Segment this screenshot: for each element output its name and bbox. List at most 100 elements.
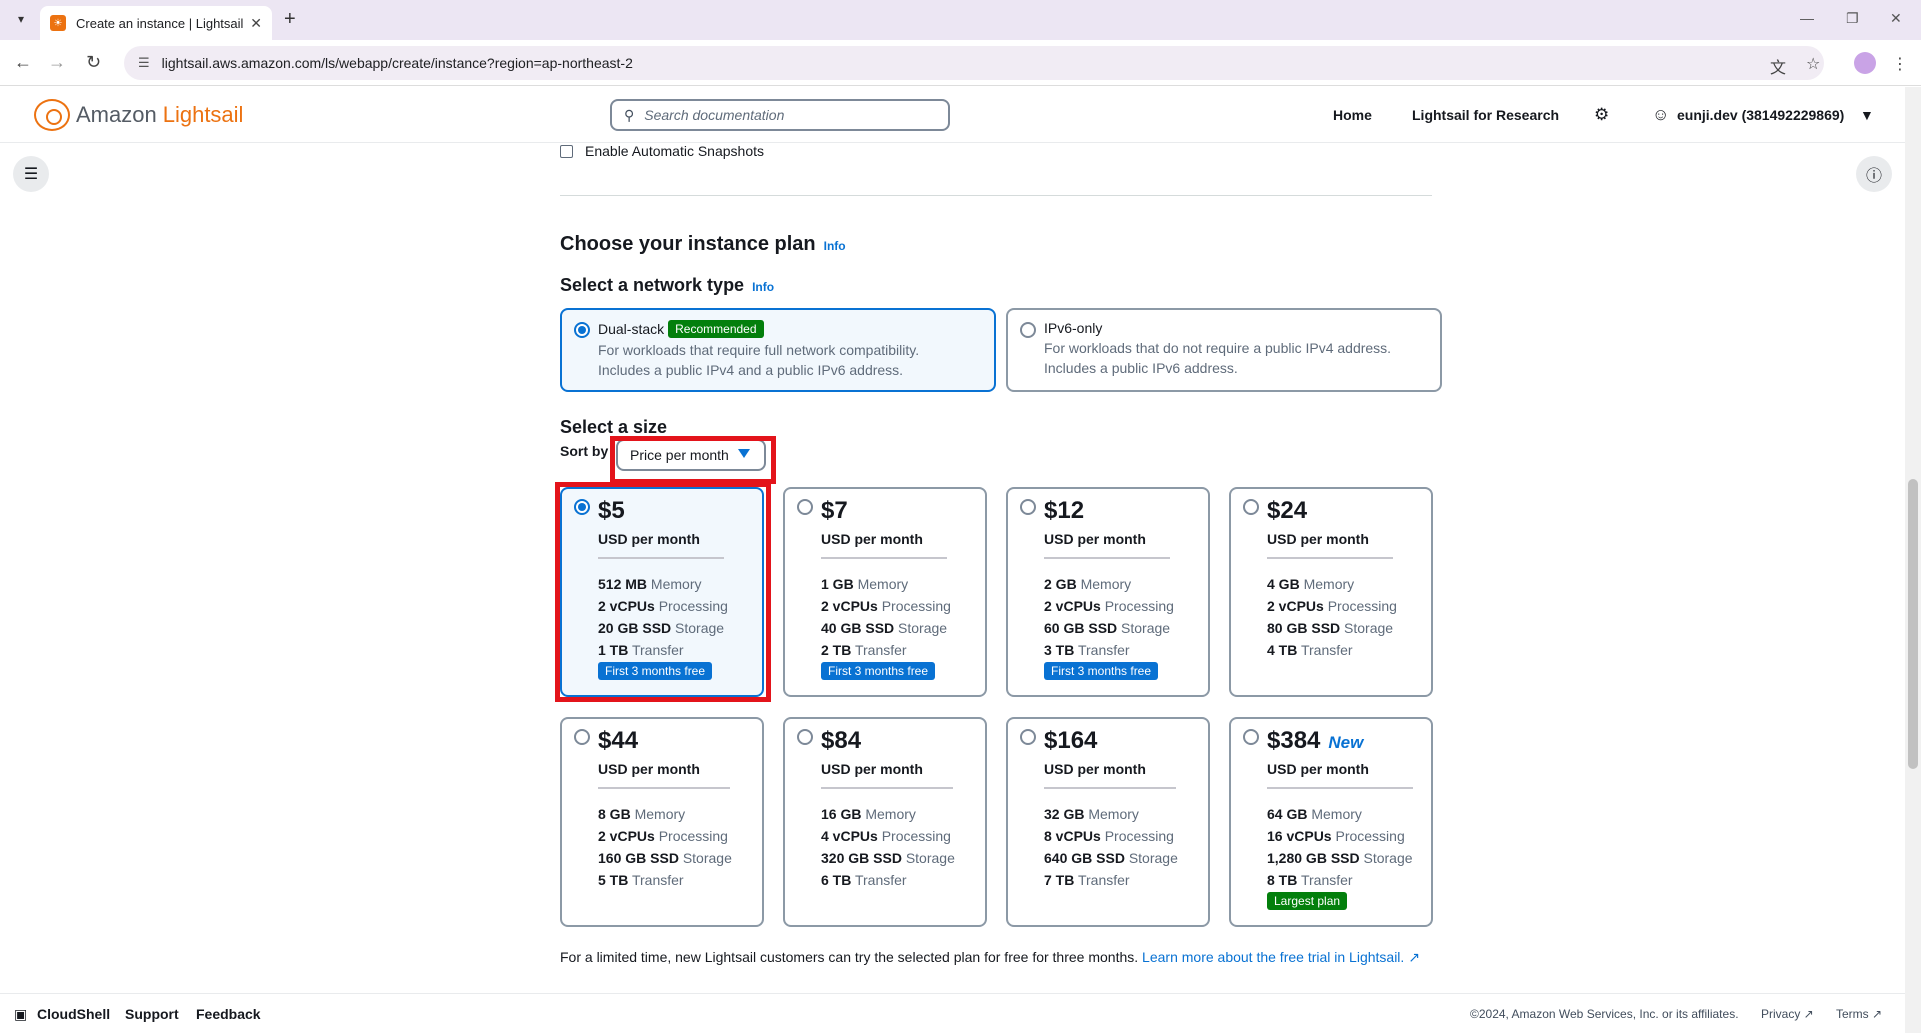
ipv6-desc-1: For workloads that do not require a publ… <box>1044 340 1392 356</box>
lightsail-logo[interactable]: Amazon Lightsail <box>34 99 243 131</box>
ipv6-only-radio[interactable] <box>1020 322 1036 338</box>
tab-search-chevron-down-icon[interactable]: ▾ <box>10 8 32 30</box>
privacy-link[interactable]: Privacy ↗ <box>1761 1007 1814 1021</box>
plan-memory: 16 GB Memory <box>821 803 985 825</box>
price-value: $84 <box>821 727 862 754</box>
feedback-link[interactable]: Feedback <box>196 1006 261 1022</box>
terms-link[interactable]: Terms ↗ <box>1836 1007 1882 1021</box>
cpu-label: Processing <box>658 828 728 844</box>
plan-radio[interactable] <box>797 729 813 745</box>
sort-row: Sort by Price per month <box>560 439 766 471</box>
plan-separator <box>1044 787 1176 789</box>
plan-card-24[interactable]: $24 USD per month 4 GB Memory 2 vCPUs Pr… <box>1229 487 1433 697</box>
external-link-icon: ↗ <box>1408 949 1420 965</box>
browser-tab[interactable]: ☀ Create an instance | Lightsail ✕ <box>40 6 272 40</box>
window-close-icon[interactable]: ✕ <box>1890 10 1902 27</box>
restore-icon[interactable]: ❐ <box>1846 10 1859 27</box>
free-trial-badge: First 3 months free <box>1044 662 1159 680</box>
plan-radio[interactable] <box>797 499 813 515</box>
transfer-label: Transfer <box>1077 872 1130 888</box>
sort-by-label: Sort by <box>560 443 609 459</box>
search-icon: ⚲ <box>624 106 635 123</box>
plan-separator <box>821 557 947 559</box>
minimize-icon[interactable]: — <box>1800 10 1814 26</box>
plan-radio[interactable] <box>1243 729 1259 745</box>
storage-label: Storage <box>898 620 948 636</box>
plan-radio[interactable] <box>574 729 590 745</box>
address-bar: ← → ↻ ☰ lightsail.aws.amazon.com/ls/weba… <box>0 40 1921 86</box>
memory-value: 4 GB <box>1267 576 1300 592</box>
price-value: $384 <box>1267 727 1321 754</box>
account-chevron-down-icon[interactable]: ▼ <box>1860 107 1874 123</box>
plan-radio[interactable] <box>1243 499 1259 515</box>
memory-value: 1 GB <box>821 576 854 592</box>
url-field[interactable]: ☰ lightsail.aws.amazon.com/ls/webapp/cre… <box>124 46 1824 80</box>
privacy-text: Privacy <box>1761 1007 1801 1021</box>
network-type-title: Select a network type Info <box>560 275 774 296</box>
plan-card-84[interactable]: $84 USD per month 16 GB Memory 4 vCPUs P… <box>783 717 987 927</box>
dual-stack-label: Dual-stack <box>598 321 665 337</box>
more-icon[interactable]: ⋮ <box>1892 54 1908 74</box>
new-tab-plus-icon[interactable]: + <box>284 8 296 31</box>
plan-transfer: 5 TB Transfer <box>598 869 762 891</box>
plan-memory: 64 GB Memory <box>1267 803 1431 825</box>
memory-value: 2 GB <box>1044 576 1077 592</box>
home-link[interactable]: Home <box>1333 107 1372 123</box>
network-option-dual-stack[interactable]: Dual-stack Recommended For workloads tha… <box>560 308 996 392</box>
plan-card-164[interactable]: $164 USD per month 32 GB Memory 8 vCPUs … <box>1006 717 1210 927</box>
page-scrollbar[interactable] <box>1905 87 1921 1033</box>
gear-icon[interactable]: ⚙ <box>1594 105 1609 125</box>
plan-transfer: 7 TB Transfer <box>1044 869 1208 891</box>
memory-label: Memory <box>1088 806 1139 822</box>
plan-card-12[interactable]: $12 USD per month 2 GB Memory 2 vCPUs Pr… <box>1006 487 1210 697</box>
forward-icon[interactable]: → <box>48 52 66 73</box>
account-menu[interactable]: eunji.dev (381492229869) <box>1677 107 1844 123</box>
support-link[interactable]: Support <box>125 1006 179 1022</box>
transfer-label: Transfer <box>854 642 907 658</box>
plan-5-highlight <box>555 482 771 702</box>
scrollbar-thumb[interactable] <box>1908 479 1918 769</box>
plan-card-384[interactable]: $384 New USD per month 64 GB Memory 16 vC… <box>1229 717 1433 927</box>
network-option-ipv6-only[interactable]: IPv6-only For workloads that do not requ… <box>1006 308 1442 392</box>
plan-unit: USD per month <box>1044 531 1146 547</box>
back-icon[interactable]: ← <box>14 52 32 73</box>
cpu-label: Processing <box>1327 598 1397 614</box>
network-info-link[interactable]: Info <box>752 280 774 294</box>
dual-stack-radio[interactable] <box>574 322 590 338</box>
transfer-label: Transfer <box>1300 642 1353 658</box>
automatic-snapshots-checkbox[interactable] <box>560 144 573 158</box>
research-link[interactable]: Lightsail for Research <box>1412 107 1559 123</box>
free-trial-learn-more-link[interactable]: Learn more about the free trial in Light… <box>1142 949 1420 965</box>
reload-icon[interactable]: ↻ <box>86 52 101 73</box>
plan-unit: USD per month <box>821 531 923 547</box>
plan-info-link[interactable]: Info <box>824 239 846 253</box>
plan-price: $44 <box>598 727 762 755</box>
dual-stack-desc-2: Includes a public IPv4 and a public IPv6… <box>598 362 904 378</box>
browser-profile-avatar[interactable] <box>1854 52 1876 74</box>
cpu-value: 2 vCPUs <box>1044 598 1101 614</box>
hamburger-icon[interactable]: ☰ <box>13 156 49 192</box>
storage-value: 60 GB SSD <box>1044 620 1118 636</box>
cloudshell-button[interactable]: CloudShell <box>37 1006 110 1022</box>
plan-unit: USD per month <box>1267 531 1369 547</box>
automatic-snapshots-row[interactable]: Enable Automatic Snapshots <box>560 143 764 159</box>
storage-label: Storage <box>1344 620 1394 636</box>
storage-label: Storage <box>1363 850 1413 866</box>
plan-storage: 640 GB SSD Storage <box>1044 847 1208 869</box>
plan-card-7[interactable]: $7 USD per month 1 GB Memory 2 vCPUs Pro… <box>783 487 987 697</box>
plan-card-44[interactable]: $44 USD per month 8 GB Memory 2 vCPUs Pr… <box>560 717 764 927</box>
plan-separator <box>598 787 730 789</box>
info-icon[interactable]: ⓘ <box>1856 156 1892 192</box>
browser-tab-bar: ▾ ☀ Create an instance | Lightsail ✕ + —… <box>0 0 1921 40</box>
plan-radio[interactable] <box>1020 729 1036 745</box>
site-settings-icon[interactable]: ☰ <box>138 55 150 71</box>
memory-value: 32 GB <box>1044 806 1085 822</box>
star-icon[interactable]: ☆ <box>1806 54 1820 74</box>
largest-plan-badge: Largest plan <box>1267 892 1348 910</box>
tab-close-icon[interactable]: ✕ <box>250 15 262 32</box>
plan-radio[interactable] <box>1020 499 1036 515</box>
translate-icon[interactable]: 文 <box>1770 54 1786 78</box>
transfer-label: Transfer <box>1077 642 1130 658</box>
search-documentation-input[interactable]: ⚲ Search documentation <box>610 99 950 131</box>
plan-unit: USD per month <box>1044 761 1146 777</box>
